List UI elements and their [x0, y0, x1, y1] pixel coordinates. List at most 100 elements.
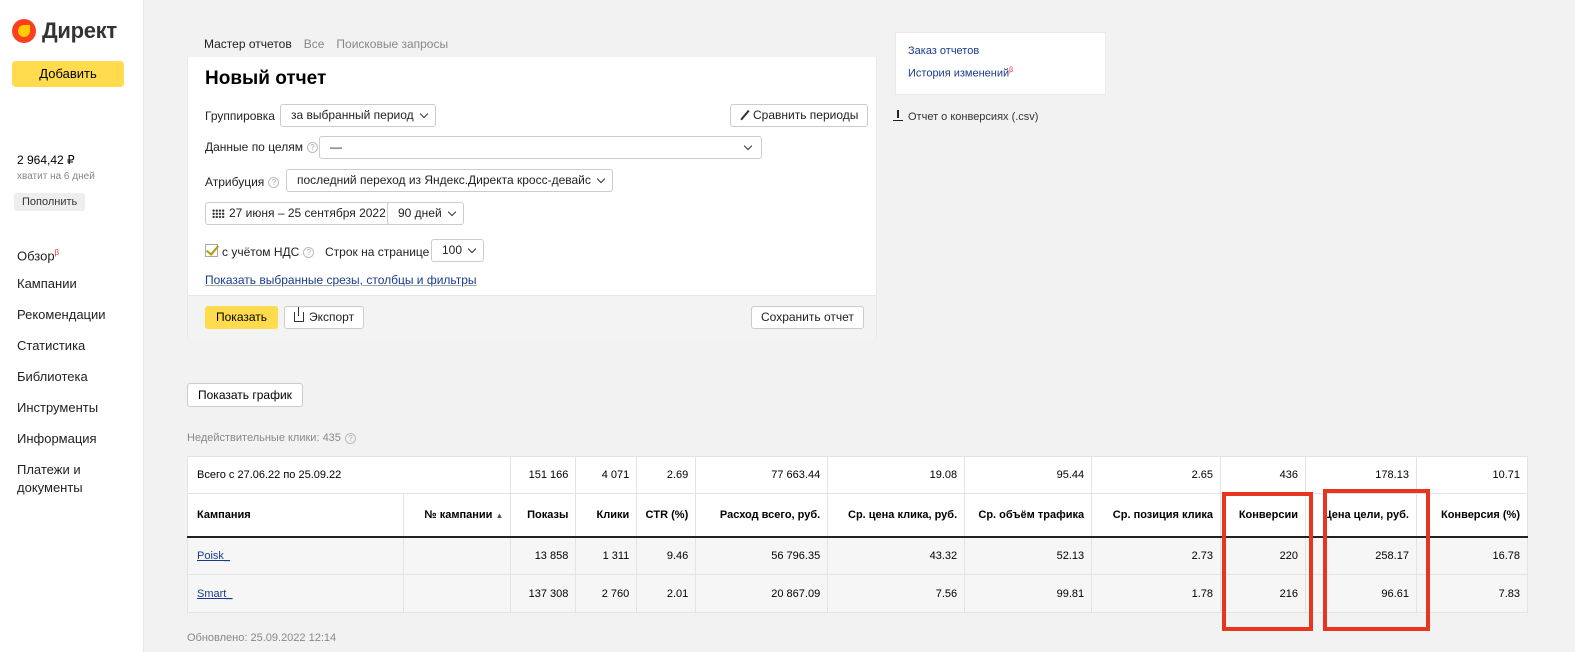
sidebar-item-overview[interactable]: Обзорβ	[17, 244, 107, 275]
table-cell: 13 858	[510, 536, 577, 575]
updated-timestamp: Обновлено: 25.09.2022 12:14	[187, 632, 337, 644]
help-icon[interactable]: ?	[268, 177, 280, 189]
attribution-select[interactable]: последний переход из Яндекс.Директа крос…	[286, 169, 613, 192]
total-cell: 19.08	[827, 456, 966, 494]
table-cell: 20 867.09	[695, 574, 829, 613]
compare-periods-button[interactable]: Сравнить периоды	[730, 104, 869, 127]
report-tabs: Мастер отчетов Все Поисковые запросы	[204, 37, 460, 59]
goals-label: Данные по целям?	[205, 140, 318, 154]
goals-select[interactable]: —	[319, 136, 762, 159]
column-header[interactable]: Ср. позиция клика	[1091, 493, 1222, 537]
table-cell: 2.73	[1091, 536, 1222, 575]
campaign-cell: Poisk_	[186, 536, 405, 575]
help-icon[interactable]: ?	[306, 142, 318, 154]
table-cell: 52.13	[964, 536, 1093, 575]
save-report-button[interactable]: Сохранить отчет	[751, 306, 864, 329]
total-cell: 2.65	[1091, 456, 1222, 494]
sidebar-item-information[interactable]: Информация	[17, 430, 107, 461]
show-filters-link[interactable]: Показать выбранные срезы, столбцы и филь…	[205, 273, 477, 287]
tab-all[interactable]: Все	[304, 37, 325, 59]
change-history-link[interactable]: История измененийβ	[908, 67, 1013, 80]
sidebar-item-campaigns[interactable]: Кампании	[17, 275, 107, 306]
chevron-down-icon	[447, 207, 456, 217]
table-cell: 7.83	[1415, 574, 1529, 613]
topup-button[interactable]: Пополнить	[14, 193, 86, 211]
period-select[interactable]: 90 дней	[387, 202, 464, 225]
tab-report-wizard[interactable]: Мастер отчетов	[204, 37, 292, 59]
conversions-csv-label: Отчет о конверсиях (.csv)	[908, 111, 1039, 123]
totals-row: Всего с 27.06.22 по 25.09.22 151 166 4 0…	[186, 456, 1529, 494]
upload-icon	[294, 307, 304, 322]
vat-checkbox[interactable]	[205, 244, 218, 257]
export-label: Экспорт	[309, 310, 355, 324]
column-header[interactable]: CTR (%)	[636, 493, 697, 537]
direct-logo[interactable]: Директ	[12, 18, 117, 44]
invalid-clicks-text: Недействительные клики: 435	[187, 432, 341, 444]
column-header[interactable]: Ср. объём трафика	[964, 493, 1093, 537]
column-header[interactable]: Кампания	[186, 493, 405, 537]
attribution-label: Атрибуция?	[205, 175, 280, 189]
conversions-csv-link[interactable]: Отчет о конверсиях (.csv)	[893, 110, 1038, 123]
total-cell: 178.13	[1305, 456, 1417, 494]
column-header[interactable]: Ср. цена клика, руб.	[827, 493, 966, 537]
help-icon[interactable]: ?	[344, 432, 356, 444]
total-cell: 436	[1220, 456, 1306, 494]
column-header[interactable]: Показы	[510, 493, 577, 537]
campaign-link[interactable]: Poisk_	[197, 550, 230, 562]
sidebar-item-label: Обзор	[17, 248, 55, 264]
yandex-logo-icon	[12, 19, 36, 43]
export-button[interactable]: Экспорт	[284, 306, 365, 329]
chevron-down-icon	[419, 109, 428, 119]
page-title: Новый отчет	[205, 68, 327, 89]
sidebar-item-tools[interactable]: Инструменты	[17, 399, 107, 430]
campaign-link[interactable]: Smart_	[197, 588, 232, 600]
balance-note: хватит на 6 дней	[17, 171, 95, 182]
column-header[interactable]: Конверсия (%)	[1415, 493, 1529, 537]
grouping-select[interactable]: за выбранный период	[280, 104, 436, 127]
logo-text: Директ	[42, 18, 117, 43]
table-cell: 56 796.35	[695, 536, 829, 575]
sidebar-item-library[interactable]: Библиотека	[17, 368, 107, 399]
download-icon	[893, 110, 903, 121]
totals-label: Всего с 27.06.22 по 25.09.22	[186, 456, 512, 494]
table-cell: 2.01	[636, 574, 697, 613]
goal-cost-highlight-box	[1323, 489, 1430, 631]
help-icon[interactable]: ?	[303, 247, 315, 259]
column-header[interactable]: Клики	[575, 493, 638, 537]
column-header[interactable]: Расход всего, руб.	[695, 493, 829, 537]
chevron-down-icon	[596, 174, 606, 184]
table-cell: 99.81	[964, 574, 1093, 613]
beta-badge: β	[54, 248, 60, 257]
calendar-icon	[212, 209, 225, 219]
goals-value: —	[330, 140, 342, 154]
table-cell: 1 311	[575, 536, 638, 575]
chevron-down-icon	[743, 141, 753, 151]
add-button[interactable]: Добавить	[12, 61, 124, 87]
table-cell: 137 308	[510, 574, 577, 613]
campaign-number-cell	[403, 536, 512, 575]
grouping-label: Группировка	[205, 109, 275, 123]
sidebar-nav: Обзорβ Кампании Рекомендации Статистика …	[17, 244, 107, 497]
column-header-label: № кампании	[424, 508, 493, 521]
show-chart-button[interactable]: Показать график	[187, 383, 303, 407]
tab-search-queries[interactable]: Поисковые запросы	[336, 37, 448, 59]
sidebar-item-recommendations[interactable]: Рекомендации	[17, 306, 107, 337]
compare-icon	[740, 110, 750, 120]
sidebar-item-payments[interactable]: Платежи и документы	[17, 461, 107, 497]
date-range-picker[interactable]: 27 июня – 25 сентября 2022	[205, 202, 393, 225]
report-links-card: Заказ отчетов История измененийβ	[895, 32, 1106, 95]
sidebar-item-statistics[interactable]: Статистика	[17, 337, 107, 368]
grouping-value: за выбранный период	[291, 108, 414, 122]
table-cell: 7.56	[827, 574, 966, 613]
show-button[interactable]: Показать	[205, 306, 279, 329]
vat-label: с учётом НДС?	[222, 245, 315, 259]
table-cell: 2 760	[575, 574, 638, 613]
rows-per-page-label: Строк на странице	[325, 245, 430, 259]
attribution-label-text: Атрибуция	[205, 175, 265, 189]
total-cell: 2.69	[636, 456, 697, 494]
campaign-number-cell	[403, 574, 512, 613]
order-reports-link[interactable]: Заказ отчетов	[908, 45, 979, 57]
rows-per-page-select[interactable]: 100	[431, 239, 485, 262]
total-cell: 77 663.44	[695, 456, 829, 494]
column-header-sorted[interactable]: № кампании ▲	[403, 493, 512, 537]
